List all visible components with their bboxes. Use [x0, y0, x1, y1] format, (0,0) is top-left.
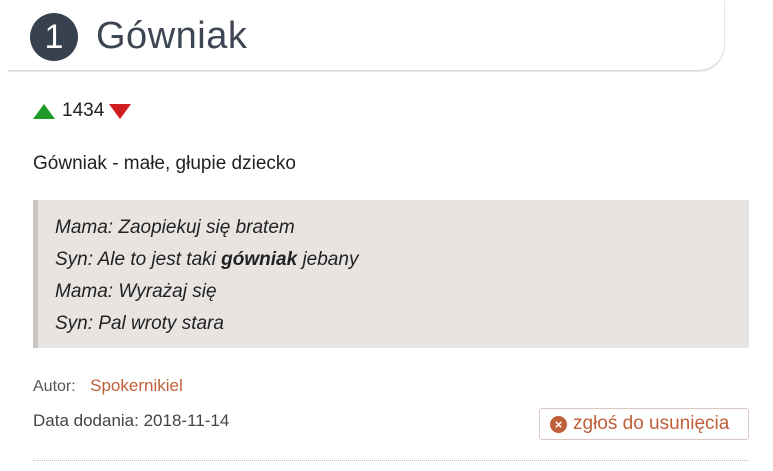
example-highlight: gówniak: [221, 249, 298, 270]
example-line: Mama: Zaopiekuj się bratem: [55, 217, 295, 238]
example-line: Syn: Pal wroty stara: [55, 313, 224, 334]
report-removal-button[interactable]: × zgłoś do usunięcia: [539, 408, 749, 440]
example-line: Syn: Ale to jest taki gówniak jebany: [55, 244, 749, 276]
example-text: Syn: Ale to jest taki: [55, 249, 222, 270]
entry-card: 1 Gówniak 1434 Gówniak - małe, głupie dz…: [0, 0, 773, 471]
author-link[interactable]: Spokernikiel: [90, 376, 183, 395]
example-block: Mama: Zaopiekuj się bratem Syn: Ale to j…: [33, 200, 749, 348]
vote-count: 1434: [62, 100, 105, 121]
close-circle-icon: ×: [550, 415, 567, 433]
title-bar: 1 Gówniak: [8, 0, 724, 71]
vote-up-icon[interactable]: [33, 103, 55, 119]
vote-controls: 1434: [33, 99, 132, 123]
entry-title[interactable]: Gówniak: [96, 12, 247, 60]
definition-text: Gówniak - małe, głupie dziecko: [33, 153, 296, 174]
rank-badge: 1: [30, 13, 78, 61]
example-line: Mama: Wyrażaj się: [55, 281, 217, 302]
author-label: Autor:: [33, 378, 76, 395]
vote-down-icon[interactable]: [109, 103, 132, 119]
divider: [33, 460, 749, 461]
date-added: Data dodania: 2018-11-14: [33, 411, 230, 430]
author-row: Autor: Spokernikiel: [33, 375, 183, 398]
report-label: zgłoś do usunięcia: [573, 413, 730, 434]
example-text: jebany: [297, 249, 359, 270]
